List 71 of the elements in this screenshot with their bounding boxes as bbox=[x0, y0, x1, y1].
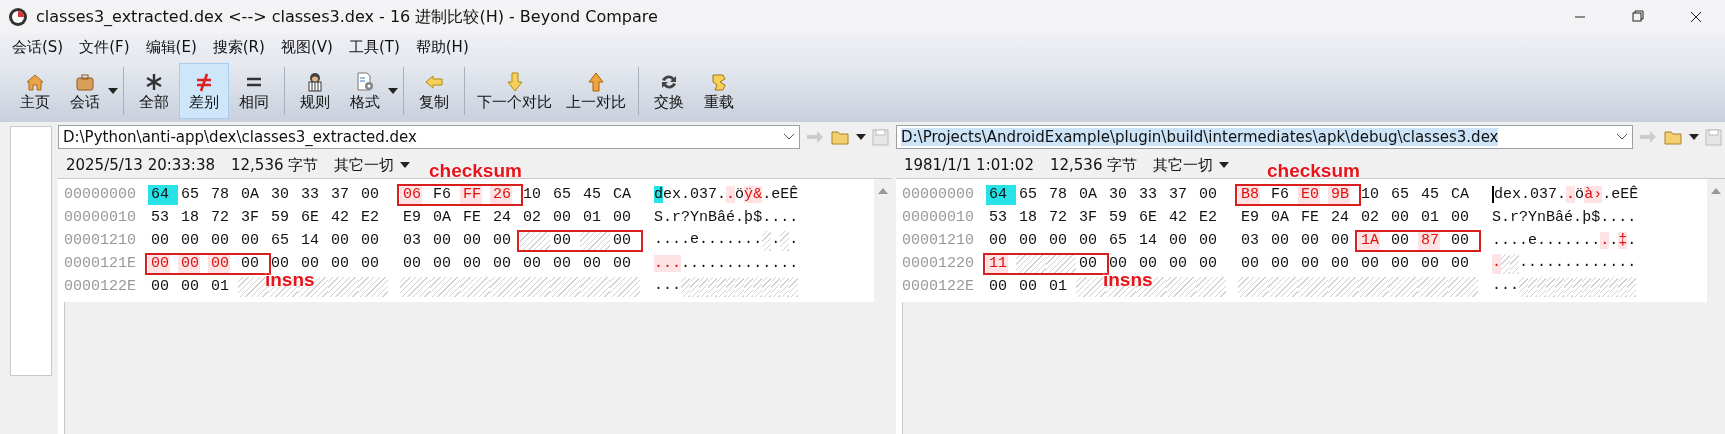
ascii-text: S.r?YnBâé.þ$.... bbox=[653, 209, 799, 226]
filter-dropdown[interactable]: 其它一切 bbox=[334, 155, 411, 175]
offset-label: 00001210 bbox=[901, 232, 975, 249]
toolbar-icon bbox=[585, 70, 607, 93]
toolbar-button[interactable]: 差别 bbox=[179, 63, 229, 119]
annotation-label: checksum bbox=[1266, 159, 1360, 182]
hex-bytes: 64 65 78 0A 30 33 37 00 B8 F6 E0 9B 10 65 45 CA bbox=[985, 183, 1478, 206]
hex-bytes: 00 00 00 00 65 14 00 00 03 00 00 00 00 00 bbox=[149, 229, 632, 252]
offset-label: 00001210 bbox=[63, 232, 137, 249]
caret-icon[interactable] bbox=[388, 87, 398, 95]
caret-icon[interactable] bbox=[1689, 133, 1699, 141]
ascii-text: ... bbox=[653, 276, 798, 297]
annotation-label: insns bbox=[1102, 268, 1153, 291]
path-field[interactable]: D:\Python\anti-app\dex\classes3_extracted.dex bbox=[57, 125, 800, 149]
toolbar-button[interactable]: 交换 bbox=[644, 63, 694, 119]
window-title: classes3_extracted.dex <--> classes3.dex - 16 进制比较(H) - Beyond Compare bbox=[36, 6, 659, 28]
toolbar-button[interactable]: 重载 bbox=[694, 63, 744, 119]
toolbar-button[interactable]: 会话 bbox=[60, 63, 110, 119]
overview-strip[interactable] bbox=[10, 126, 52, 376]
caret-icon[interactable] bbox=[108, 87, 118, 95]
toolbar-button[interactable]: 相同 bbox=[229, 63, 279, 119]
menu-item[interactable]: 帮助(H) bbox=[407, 37, 477, 57]
ascii-text: S.r?YnBâé.þ$.... bbox=[1491, 209, 1637, 226]
toolbar-button[interactable]: 格式 bbox=[340, 63, 390, 119]
toolbar-button[interactable]: 上一对比 bbox=[559, 63, 633, 119]
toolbar-button[interactable]: 规则 bbox=[290, 63, 340, 119]
file-size: 12,536 字节 bbox=[231, 155, 319, 175]
ascii-text: ................ bbox=[653, 255, 799, 272]
dropdown-icon[interactable] bbox=[1616, 133, 1628, 141]
menu-item[interactable]: 视图(V) bbox=[272, 37, 341, 57]
toolbar-button[interactable]: 主页 bbox=[10, 63, 60, 119]
ascii-text: dex.037..öà›.eEÊ bbox=[1491, 186, 1639, 203]
hex-bytes: 53 18 72 3F 59 6E 42 E2 E9 0A FE 24 02 00 01 00 bbox=[149, 207, 632, 228]
offset-label: 0000122E bbox=[63, 278, 137, 295]
hex-bytes: 00 00 00 00 65 14 00 00 03 00 00 00 1A 00 87 00 bbox=[987, 230, 1470, 251]
menu-item[interactable]: 编辑(E) bbox=[137, 37, 205, 57]
caret-icon[interactable] bbox=[855, 133, 866, 141]
toolbar-button[interactable]: 下一个对比 bbox=[470, 63, 559, 119]
caret-icon bbox=[1219, 161, 1230, 169]
menu-item[interactable]: 文件(F) bbox=[71, 37, 138, 57]
file-size: 12,536 字节 bbox=[1049, 155, 1138, 175]
dropdown-icon[interactable] bbox=[782, 133, 795, 141]
offset-label: 0000121E bbox=[63, 255, 137, 272]
ascii-text: ... bbox=[1491, 276, 1636, 297]
offset-label: 00001220 bbox=[901, 255, 975, 272]
offset-label: 00000000 bbox=[901, 186, 975, 203]
ascii-text: ....e.........‡. bbox=[1491, 232, 1637, 249]
file-date: 1981/1/1 1:01:02 bbox=[903, 156, 1034, 174]
offset-label: 00000010 bbox=[63, 209, 137, 226]
offset-label: 00000010 bbox=[901, 209, 975, 226]
menu-item[interactable]: 搜索(R) bbox=[204, 37, 273, 57]
offset-label: 00000000 bbox=[63, 186, 137, 203]
offset-label: 0000122E bbox=[901, 278, 975, 295]
toolbar-button[interactable]: 复制 bbox=[409, 63, 459, 119]
hex-bytes: 64 65 78 0A 30 33 37 00 06 F6 FF 26 10 65 45 CA bbox=[147, 183, 640, 206]
ascii-text: dex.037..öÿ&.eEÊ bbox=[653, 186, 799, 203]
file-date: 2025/5/13 20:33:38 bbox=[65, 156, 215, 174]
scroll-up-icon[interactable] bbox=[877, 187, 888, 195]
ascii-text: . ............. bbox=[1491, 253, 1637, 274]
path-field[interactable]: D:\Projects\AndroidExample\plugin\build\intermediates\apk\debug\classes3.dex bbox=[895, 125, 1633, 149]
scroll-up-icon[interactable] bbox=[1711, 187, 1721, 195]
ascii-text: ....e....... . . bbox=[653, 230, 799, 251]
toolbar-icon bbox=[354, 70, 376, 93]
menu-item[interactable]: 工具(T) bbox=[340, 37, 408, 57]
annotation-label: checksum bbox=[428, 159, 522, 182]
menu-item[interactable]: 会话(S) bbox=[4, 37, 72, 57]
caret-icon bbox=[400, 161, 411, 169]
toolbar-button[interactable]: 全部 bbox=[129, 63, 179, 119]
filter-dropdown[interactable]: 其它一切 bbox=[1153, 155, 1230, 175]
hex-bytes: 53 18 72 3F 59 6E 42 E2 E9 0A FE 24 02 00 01 00 bbox=[987, 207, 1470, 228]
app-logo-icon bbox=[8, 7, 28, 27]
